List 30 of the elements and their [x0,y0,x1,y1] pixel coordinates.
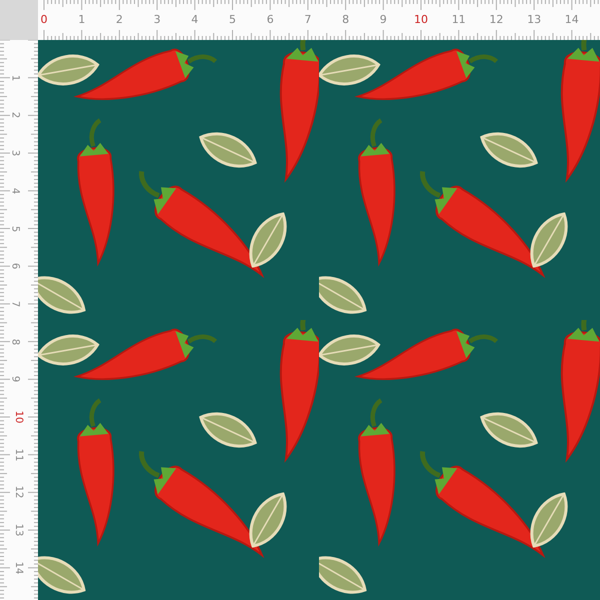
ruler-number: 2 [10,112,21,119]
ruler-corner [0,0,38,40]
ruler-number: 9 [10,376,21,382]
ruler-number: 4 [10,188,21,194]
ruler-number: 9 [380,13,387,26]
ruler-number: 11 [452,13,466,26]
ruler-number: 14 [564,13,579,26]
ruler-number: 5 [229,13,236,26]
ruler-number: 0 [40,13,48,26]
ruler-number: 5 [10,225,21,232]
ruler-number: 12 [489,13,504,26]
ruler-number: 1 [10,74,21,81]
ruler-number: 14 [12,561,24,574]
ruler-number: 8 [342,13,350,26]
ruler-number: 12 [12,486,24,499]
ruler-number: 6 [10,263,21,270]
ruler-number: 6 [266,13,274,26]
ruler-number: 7 [304,13,312,26]
ruler-number: 3 [10,150,21,156]
ruler-number: 3 [154,13,161,26]
ruler-number: 1 [78,13,86,26]
ruler-number: 8 [10,338,21,345]
ruler-number: 10 [12,410,24,424]
ruler-number: 11 [12,448,24,462]
ruler-number: 13 [527,13,542,26]
ruler-number: 7 [10,300,21,308]
ruler-number: 13 [12,524,24,536]
ruler-number: 10 [414,13,428,26]
ruler-number: 4 [191,13,198,26]
ruler-number: 2 [116,13,123,26]
